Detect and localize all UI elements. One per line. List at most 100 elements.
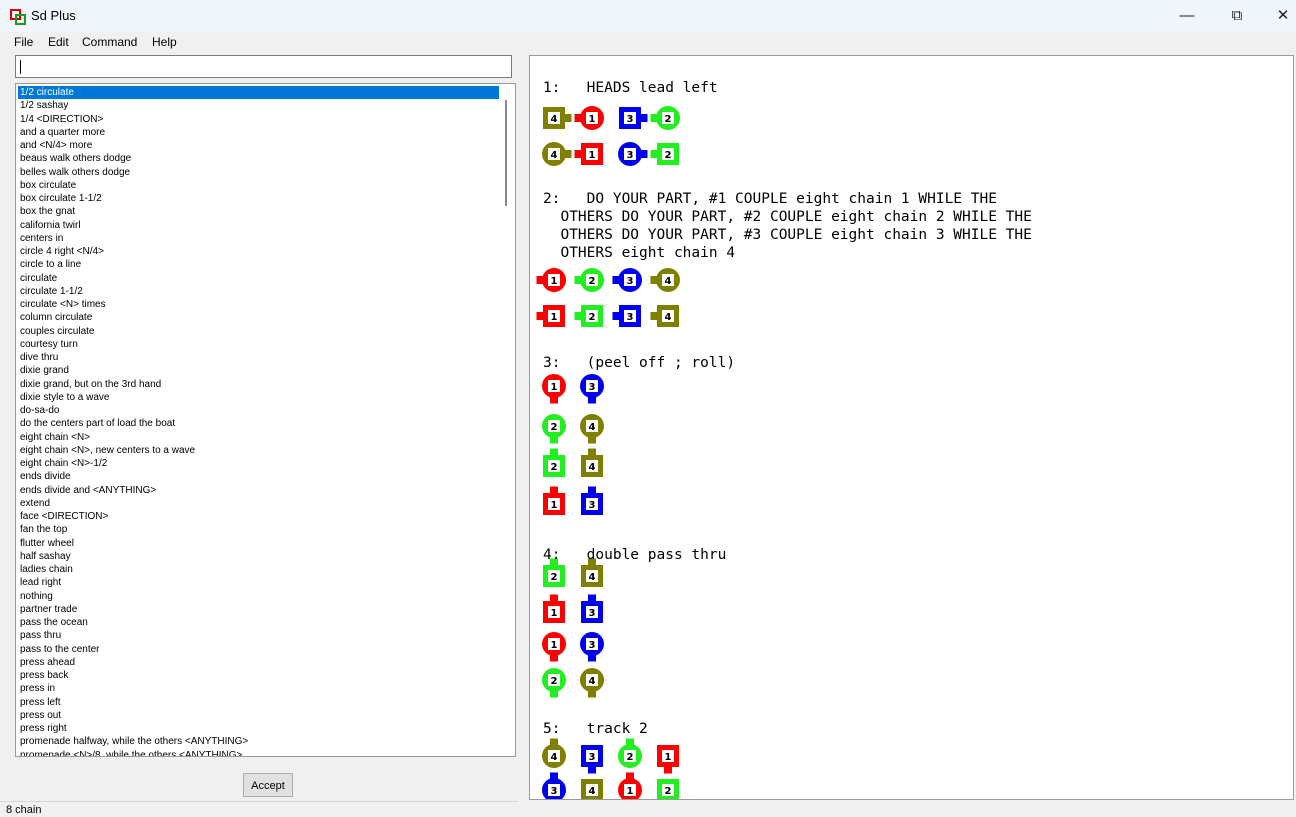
dancer-2: 2 [543, 448, 565, 477]
scrollbar-thumb[interactable] [505, 100, 507, 206]
dancer-3: 3 [581, 486, 603, 515]
title-bar: Sd Plus — ⧉ ✕ [0, 0, 1296, 32]
dancer-number: 3 [589, 382, 596, 393]
command-list-item[interactable]: dixie style to a wave [18, 391, 500, 404]
command-list-item[interactable]: flutter wheel [18, 537, 500, 550]
dancer-1: 1 [542, 374, 566, 404]
menu-edit[interactable]: Edit [48, 35, 69, 49]
command-list-item[interactable]: beaus walk others dodge [18, 152, 500, 165]
command-list-item[interactable]: belles walk others dodge [18, 166, 500, 179]
command-list-item[interactable]: press in [18, 682, 500, 695]
command-list-item[interactable]: couples circulate [18, 325, 500, 338]
menu-help[interactable]: Help [152, 35, 177, 49]
command-list-item[interactable]: face <DIRECTION> [18, 510, 500, 523]
command-list-item[interactable]: ladies chain [18, 563, 500, 576]
command-list-item[interactable]: 1/2 sashay [18, 99, 500, 112]
command-list-item[interactable]: do-sa-do [18, 404, 500, 417]
dancer-4: 4 [650, 268, 680, 292]
dancer-number: 1 [665, 752, 672, 763]
dancer-4: 4 [543, 107, 572, 129]
command-list-item[interactable]: press out [18, 709, 500, 722]
command-list-item[interactable]: pass thru [18, 629, 500, 642]
dancer-number: 2 [665, 786, 672, 797]
command-list-item[interactable]: do the centers part of load the boat [18, 417, 500, 430]
dancer-4: 4 [542, 738, 566, 768]
command-list-item[interactable]: press back [18, 669, 500, 682]
command-list-item[interactable]: circulate <N> times [18, 298, 500, 311]
dancer-4: 4 [650, 305, 679, 327]
dancer-number: 4 [665, 276, 672, 287]
call-label: 2: DO YOUR PART, #1 COUPLE eight chain 1… [543, 191, 1032, 261]
minimize-button[interactable]: — [1164, 0, 1210, 32]
command-list-item[interactable]: circulate 1-1/2 [18, 285, 500, 298]
command-list-item[interactable]: press left [18, 696, 500, 709]
dancer-1: 1 [543, 594, 565, 623]
dancer-number: 3 [589, 752, 596, 763]
status-text: 8 chain [6, 804, 42, 816]
command-list-item[interactable]: and a quarter more [18, 126, 500, 139]
command-list-item[interactable]: pass to the center [18, 643, 500, 656]
command-list-item[interactable]: pass the ocean [18, 616, 500, 629]
command-list-item[interactable]: eight chain <N> [18, 431, 500, 444]
command-list-item[interactable]: lead right [18, 576, 500, 589]
command-list-item[interactable]: half sashay [18, 550, 500, 563]
command-list-item[interactable]: box circulate [18, 179, 500, 192]
dancer-number: 3 [627, 312, 634, 323]
command-list-item[interactable]: partner trade [18, 603, 500, 616]
list-scrollbar[interactable] [499, 84, 515, 756]
call-label: 3: (peel off ; roll) [543, 355, 736, 371]
restore-button[interactable]: ⧉ [1214, 0, 1260, 32]
command-list-item[interactable]: eight chain <N>, new centers to a wave [18, 444, 500, 457]
command-list-item[interactable]: box circulate 1-1/2 [18, 192, 500, 205]
command-list-item[interactable]: column circulate [18, 311, 500, 324]
command-list-item[interactable]: ends divide and <ANYTHING> [18, 484, 500, 497]
call-label: 4: double pass thru [543, 547, 727, 563]
dancer-number: 2 [665, 114, 672, 125]
command-list-item[interactable]: press right [18, 722, 500, 735]
command-list-item[interactable]: circle 4 right <N/4> [18, 245, 500, 258]
command-list-item[interactable]: circle to a line [18, 258, 500, 271]
dancer-3: 3 [581, 594, 603, 623]
dancer-number: 3 [589, 640, 596, 651]
menu-command[interactable]: Command [82, 35, 137, 49]
dancer-number: 4 [589, 462, 596, 473]
command-list-item[interactable]: courtesy turn [18, 338, 500, 351]
dancer-number: 2 [627, 752, 634, 763]
command-list-item[interactable]: box the gnat [18, 205, 500, 218]
accept-button[interactable]: Accept [243, 773, 293, 797]
command-list-item[interactable]: and <N/4> more [18, 139, 500, 152]
dancer-3: 3 [581, 745, 603, 774]
command-list-item[interactable]: promenade halfway, while the others <ANY… [18, 735, 500, 748]
dancer-4: 4 [580, 668, 604, 698]
command-list-item[interactable]: promenade <N>/8, while the others <ANYTH… [18, 749, 500, 757]
dancer-number: 1 [551, 312, 558, 323]
command-list[interactable]: 1/2 circulate 1/2 sashay 1/4 <DIRECTION> an… [15, 83, 516, 757]
command-list-item[interactable]: ends divide [18, 470, 500, 483]
command-list-item[interactable]: circulate [18, 272, 500, 285]
dancer-4: 4 [542, 142, 572, 166]
app-icon [10, 9, 26, 25]
command-list-item[interactable]: california twirl [18, 219, 500, 232]
dancer-1: 1 [536, 268, 566, 292]
command-list-item[interactable]: extend [18, 497, 500, 510]
menu-bar: File Edit Command Help [0, 32, 1296, 52]
dancer-number: 3 [627, 114, 634, 125]
menu-file[interactable]: File [14, 35, 33, 49]
close-button[interactable]: ✕ [1260, 0, 1296, 32]
command-list-item[interactable]: fan the top [18, 523, 500, 536]
command-list-item[interactable]: centers in [18, 232, 500, 245]
command-list-item[interactable]: dive thru [18, 351, 500, 364]
dancer-number: 2 [589, 312, 596, 323]
command-list-item[interactable]: dixie grand [18, 364, 500, 377]
command-input[interactable] [15, 55, 512, 78]
command-list-item[interactable]: nothing [18, 590, 500, 603]
command-list-item[interactable]: 1/2 circulate [18, 86, 500, 100]
dancer-number: 3 [627, 150, 634, 161]
command-list-item[interactable]: press ahead [18, 656, 500, 669]
dancer-2: 2 [542, 414, 566, 444]
dancer-4: 4 [581, 448, 603, 477]
command-list-item[interactable]: 1/4 <DIRECTION> [18, 113, 500, 126]
command-list-item[interactable]: eight chain <N>-1/2 [18, 457, 500, 470]
command-list-item[interactable]: dixie grand, but on the 3rd hand [18, 378, 500, 391]
sequence-panel: 4 1 3 2 4 1 3 2 1 2 3 4 1 2 3 4 1 3 2 4 2 4 1 3 2 4 1 3 1 3 2 4 4 3 2 1 3 4 1 2… [529, 55, 1294, 800]
